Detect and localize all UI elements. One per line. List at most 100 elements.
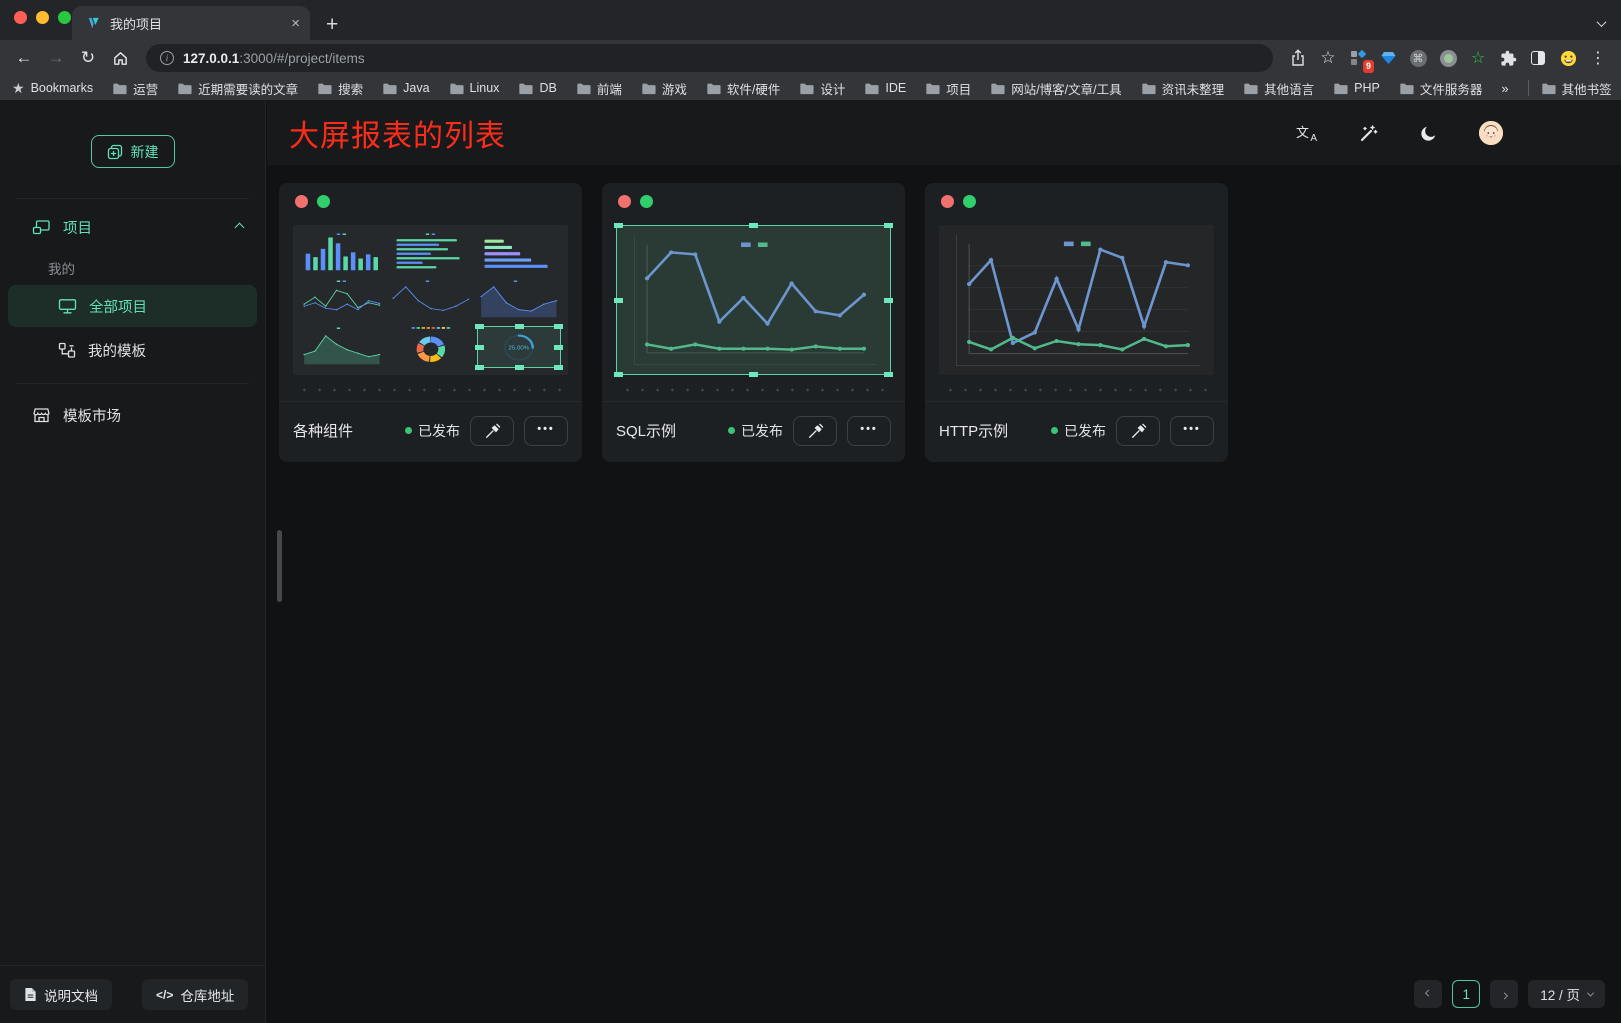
bookmarks-root[interactable]: ★ Bookmarks (12, 80, 93, 97)
tab-close-icon[interactable]: × (291, 15, 300, 32)
emoji-extension-icon[interactable] (1555, 45, 1581, 71)
window-controls (14, 11, 71, 24)
site-info-icon[interactable]: i (160, 51, 174, 65)
address-bar[interactable]: i 127.0.0.1:3000/#/project/items (146, 44, 1273, 72)
other-bookmarks-folder[interactable]: 其他书签 (1541, 79, 1612, 98)
bookmark-folder[interactable]: IDE (864, 81, 906, 95)
card-decor-dots (925, 195, 1228, 208)
bookmark-star-icon[interactable]: ☆ (1315, 45, 1341, 71)
folder-icon (990, 81, 1005, 95)
folder-icon (925, 81, 940, 95)
extensions-puzzle-icon[interactable] (1495, 45, 1521, 71)
sidebar-item-all-projects[interactable]: 全部项目 (8, 285, 257, 327)
browser-menu-icon[interactable]: ⋮ (1585, 45, 1611, 71)
scrollbar-thumb[interactable] (277, 530, 282, 602)
extension-badge: 9 (1363, 60, 1374, 73)
folder-icon (1141, 81, 1156, 95)
sidebar-item-template-market[interactable]: 模板市场 (8, 394, 257, 436)
bookmark-folder[interactable]: Java (382, 81, 429, 95)
gem-extension-icon[interactable] (1375, 45, 1401, 71)
more-actions-button[interactable]: ••• (524, 416, 568, 446)
bookmarks-bar: ★ Bookmarks 运营 近期需要读的文章 搜索 Java Linux DB… (0, 76, 1621, 101)
magic-wand-icon[interactable] (1357, 122, 1379, 144)
project-thumbnail[interactable] (939, 225, 1214, 375)
bookmark-folder[interactable]: 游戏 (641, 79, 687, 98)
mini-line-chart (300, 279, 384, 321)
edit-project-button[interactable] (793, 416, 837, 446)
edit-project-button[interactable] (470, 416, 514, 446)
new-tab-button[interactable]: + (326, 14, 338, 35)
green-dot (640, 195, 653, 208)
bookmark-folder[interactable]: 前端 (576, 79, 622, 98)
card-dotted-divider (295, 387, 566, 393)
reload-button[interactable]: ↻ (74, 44, 102, 72)
mini-area-chart (300, 326, 384, 368)
selected-gauge-widget: 25.00% (477, 326, 561, 368)
chevron-down-icon (1587, 989, 1594, 996)
close-window-button[interactable] (14, 11, 27, 24)
bookmark-folder[interactable]: 搜索 (317, 79, 363, 98)
user-avatar[interactable] (1479, 121, 1503, 145)
folder-icon (641, 81, 656, 95)
sidebar-section-project[interactable]: 项目 (0, 207, 265, 247)
project-thumbnail[interactable]: 25.00% (293, 225, 568, 375)
template-icon (58, 342, 76, 359)
bookmark-folder[interactable]: 网站/博客/文章/工具 (990, 79, 1121, 98)
bookmark-folder[interactable]: 项目 (925, 79, 971, 98)
maximize-window-button[interactable] (58, 11, 71, 24)
code-icon: </> (156, 988, 173, 1002)
prev-page-button[interactable] (1414, 980, 1442, 1008)
folder-icon (177, 81, 192, 95)
market-icon (32, 407, 51, 424)
svg-text:25.00%: 25.00% (509, 346, 530, 352)
docs-button[interactable]: 说明文档 (10, 979, 112, 1010)
project-thumbnail[interactable] (616, 225, 891, 375)
minimize-window-button[interactable] (36, 11, 49, 24)
browser-tab[interactable]: 我的项目 × (72, 6, 310, 40)
current-page-button[interactable]: 1 (1452, 980, 1480, 1008)
project-card[interactable]: SQL示例 已发布 ••• (602, 183, 905, 462)
bookmarks-overflow-icon[interactable]: » (1501, 81, 1508, 96)
collapse-chevron-icon[interactable] (235, 222, 245, 232)
bookmark-folder[interactable]: 文件服务器 (1399, 79, 1483, 98)
folder-icon (1333, 81, 1348, 95)
sidebar-item-my-templates[interactable]: 我的模板 (8, 329, 257, 371)
mini-area-chart (477, 279, 561, 321)
page-size-select[interactable]: 12 / 页 (1528, 980, 1605, 1008)
folder-icon (449, 81, 464, 95)
create-project-button[interactable]: 新建 (91, 135, 175, 168)
home-button[interactable] (106, 44, 134, 72)
bookmark-folder[interactable]: 软件/硬件 (706, 79, 780, 98)
dark-mode-extension-icon[interactable] (1525, 45, 1551, 71)
project-card[interactable]: HTTP示例 已发布 ••• (925, 183, 1228, 462)
edit-project-button[interactable] (1116, 416, 1160, 446)
star-extension-icon[interactable]: ☆ (1465, 45, 1491, 71)
bookmark-folder[interactable]: Linux (449, 81, 500, 95)
folder-icon (706, 81, 721, 95)
bookmark-folder[interactable]: 其他语言 (1243, 79, 1314, 98)
back-button[interactable]: ← (10, 44, 38, 72)
line-chart (957, 237, 1200, 365)
language-icon[interactable]: 文A (1296, 122, 1318, 144)
url-text: 127.0.0.1:3000/#/project/items (183, 51, 365, 66)
bookmark-folder[interactable]: 资讯未整理 (1141, 79, 1225, 98)
card-decor-dots (279, 195, 582, 208)
folder-icon (576, 81, 591, 95)
dark-mode-moon-icon[interactable] (1418, 122, 1440, 144)
bookmark-folder[interactable]: 近期需要读的文章 (177, 79, 298, 98)
circle-extension-icon[interactable] (1435, 45, 1461, 71)
share-icon[interactable] (1285, 45, 1311, 71)
next-page-button[interactable] (1490, 980, 1518, 1008)
status-dot (405, 427, 412, 434)
tab-search-icon[interactable] (1598, 14, 1605, 32)
more-actions-button[interactable]: ••• (847, 416, 891, 446)
bookmark-folder[interactable]: PHP (1333, 81, 1380, 95)
more-actions-button[interactable]: ••• (1170, 416, 1214, 446)
project-card[interactable]: 25.00% 各种组件 已发布 ••• (279, 183, 582, 462)
bookmark-folder[interactable]: 运营 (112, 79, 158, 98)
repository-button[interactable]: </> 仓库地址 (142, 979, 248, 1010)
command-extension-icon[interactable]: ⌘ (1405, 45, 1431, 71)
extension-grid-icon[interactable]: 9 (1345, 45, 1371, 71)
bookmark-folder[interactable]: DB (518, 81, 556, 95)
bookmark-folder[interactable]: 设计 (799, 79, 845, 98)
